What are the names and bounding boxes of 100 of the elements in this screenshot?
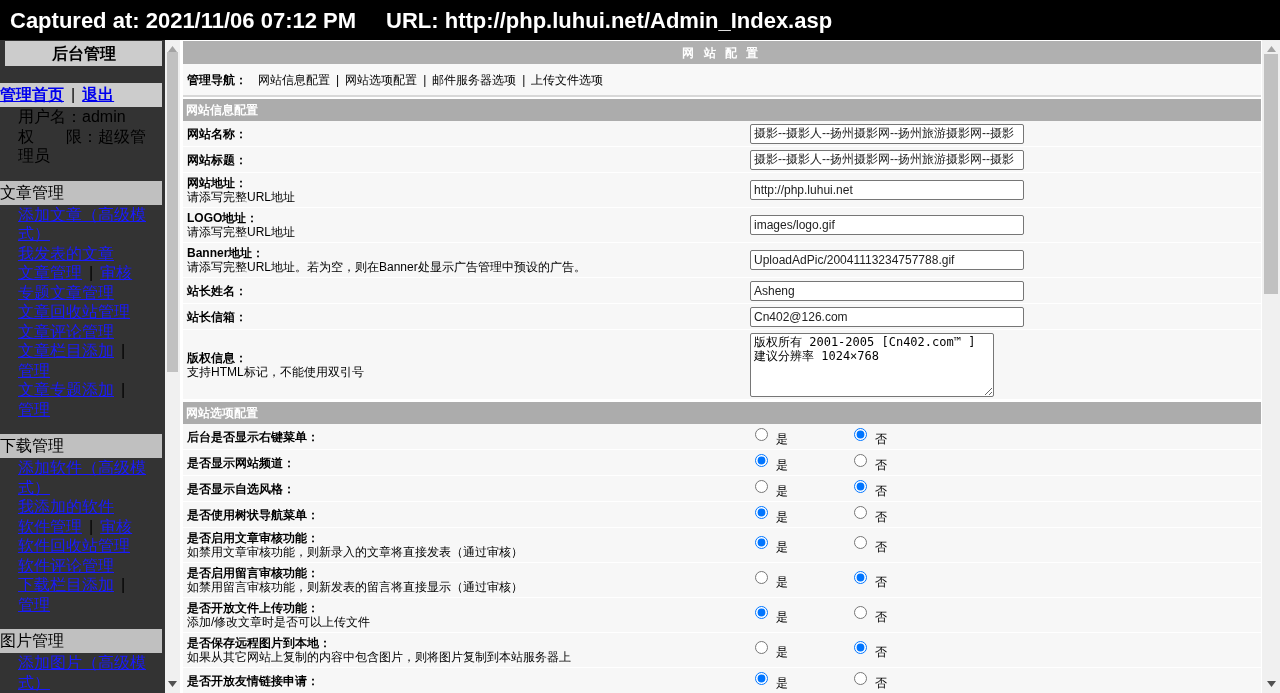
- separator: |: [121, 576, 126, 593]
- option-label: 否: [875, 509, 887, 524]
- text-field[interactable]: 摄影--摄影人--扬州摄影网--扬州旅游摄影网--摄影: [750, 123, 1024, 144]
- option-label: 是: [776, 457, 788, 472]
- radio-button[interactable]: [854, 671, 867, 685]
- option-label: 是: [776, 645, 788, 659]
- nav-link[interactable]: 添加文章（高级模式）: [18, 204, 158, 244]
- radio-button[interactable]: [755, 671, 768, 685]
- field-label: 网站地址：: [187, 176, 248, 190]
- field-label: 是否显示网站频道：: [187, 455, 296, 470]
- field-label: 版权信息：: [187, 350, 248, 365]
- field-hint: 如禁用文章审核功能，则新录入的文章将直接发表（通过审核）: [187, 545, 524, 559]
- radio-button[interactable]: [755, 536, 768, 549]
- field-hint: 支持HTML标记，不能使用双引号: [187, 364, 365, 379]
- radio-button[interactable]: [854, 505, 867, 519]
- nav-link[interactable]: 专题文章管理: [18, 282, 114, 302]
- field-label: 是否开放友情链接申请：: [187, 673, 320, 688]
- radio-button[interactable]: [854, 536, 867, 549]
- nav-link[interactable]: 管理: [18, 399, 50, 419]
- radio-button[interactable]: [755, 571, 768, 584]
- option-label: 否: [875, 431, 887, 446]
- text-field[interactable]: UploadAdPic/20041113234757788.gif: [750, 250, 1024, 270]
- scrollbar-thumb[interactable]: [167, 52, 178, 372]
- radio-button[interactable]: [755, 641, 768, 654]
- radio-button[interactable]: [755, 479, 768, 493]
- nav-link[interactable]: 审核: [100, 263, 133, 283]
- radio-button[interactable]: [854, 479, 867, 493]
- scrollbar[interactable]: [165, 40, 180, 693]
- option-label: 是: [776, 540, 788, 554]
- option-label: 否: [875, 457, 887, 472]
- nav-link[interactable]: 软件评论管理: [18, 555, 114, 575]
- separator: |: [336, 71, 340, 89]
- section-header: 图片管理: [0, 629, 162, 653]
- option-label: 是: [776, 509, 788, 524]
- nav-label: 管理导航：: [187, 71, 247, 89]
- radio-button[interactable]: [854, 453, 867, 467]
- field-hint: 请添写完整URL地址。若为空，则在Banner处显示广告管理中预设的广告。: [187, 260, 587, 274]
- option-label: 是: [776, 575, 788, 589]
- nav-link[interactable]: 文章评论管理: [18, 321, 114, 341]
- nav-link[interactable]: 网站信息配置: [258, 70, 330, 89]
- radio-button[interactable]: [755, 427, 768, 441]
- nav-link[interactable]: 文章管理: [18, 263, 82, 283]
- field-label: 站长信箱：: [187, 309, 248, 324]
- nav-link[interactable]: 软件回收站管理: [18, 536, 130, 556]
- option-label: 是: [776, 675, 788, 690]
- separator: |: [121, 342, 126, 359]
- scroll-down-icon[interactable]: [1266, 681, 1276, 687]
- nav-link[interactable]: 文章专题添加: [18, 380, 114, 400]
- radio-button[interactable]: [755, 453, 768, 467]
- field-label: 是否启用文章审核功能：: [187, 531, 320, 545]
- radio-button[interactable]: [854, 641, 867, 654]
- text-field[interactable]: 摄影--摄影人--扬州摄影网--扬州旅游摄影网--摄影: [750, 149, 1024, 170]
- nav-link[interactable]: 添加图片（高级模式）: [18, 653, 158, 692]
- text-field[interactable]: Cn402@126.com: [750, 306, 1024, 327]
- field-hint: 请添写完整URL地址: [187, 190, 296, 204]
- radio-button[interactable]: [854, 427, 867, 441]
- scrollbar-thumb[interactable]: [1264, 54, 1278, 294]
- radio-button[interactable]: [854, 571, 867, 584]
- nav-link[interactable]: 退出: [82, 85, 115, 105]
- section-header: 下载管理: [0, 434, 162, 458]
- sidebar-title: 后台管理: [5, 41, 162, 66]
- text-field[interactable]: images/logo.gif: [750, 215, 1024, 235]
- nav-link[interactable]: 管理首页: [0, 85, 64, 105]
- scroll-down-icon[interactable]: [168, 681, 177, 687]
- radio-button[interactable]: [854, 606, 867, 619]
- option-label: 否: [875, 645, 887, 659]
- nav-link[interactable]: 管理: [18, 360, 50, 380]
- nav-link[interactable]: 下载栏目添加: [18, 575, 114, 595]
- scrollbar[interactable]: [1262, 40, 1280, 693]
- nav-link[interactable]: 邮件服务器选项: [432, 70, 517, 89]
- nav-link[interactable]: 文章回收站管理: [18, 302, 130, 322]
- field-label: LOGO地址：: [187, 211, 260, 225]
- text-area[interactable]: 版权所有 2001-2005 [Cn402.com™ ] 建议分辨率 1024×768: [750, 332, 994, 397]
- nav-link[interactable]: 管理: [18, 594, 50, 614]
- nav-link[interactable]: 网站选项配置: [345, 70, 418, 89]
- page-url: URL: http://php.luhui.net/Admin_Index.asp: [386, 6, 833, 35]
- field-hint: 如果从其它网站上复制的内容中包含图片，则将图片复制到本站服务器上: [187, 650, 572, 664]
- field-label: 站长姓名：: [187, 283, 248, 298]
- field-label: 网站标题：: [187, 152, 248, 167]
- field-label: 是否启用留言审核功能：: [187, 566, 320, 580]
- separator: |: [89, 517, 94, 535]
- radio-button[interactable]: [755, 505, 768, 519]
- nav-link[interactable]: 上传文件选项: [531, 70, 604, 89]
- option-label: 是: [776, 483, 788, 498]
- nav-link[interactable]: 软件管理: [18, 516, 82, 536]
- nav-link[interactable]: 审核: [100, 516, 133, 536]
- section-header: 文章管理: [0, 180, 162, 205]
- option-label: 否: [875, 575, 887, 589]
- scroll-up-icon[interactable]: [1266, 46, 1276, 52]
- nav-link[interactable]: 我添加的软件: [18, 497, 114, 517]
- option-label: 否: [875, 540, 887, 554]
- nav-link[interactable]: 我发表的文章: [18, 243, 114, 263]
- section-header: 网站选项配置: [183, 402, 1261, 424]
- field-label: 网站名称：: [187, 126, 248, 141]
- nav-link[interactable]: 文章栏目添加: [18, 341, 114, 361]
- option-label: 否: [875, 610, 887, 624]
- text-field[interactable]: http://php.luhui.net: [750, 180, 1024, 200]
- radio-button[interactable]: [755, 606, 768, 619]
- nav-link[interactable]: 添加软件（高级模式）: [18, 458, 158, 497]
- text-field[interactable]: Asheng: [750, 280, 1024, 301]
